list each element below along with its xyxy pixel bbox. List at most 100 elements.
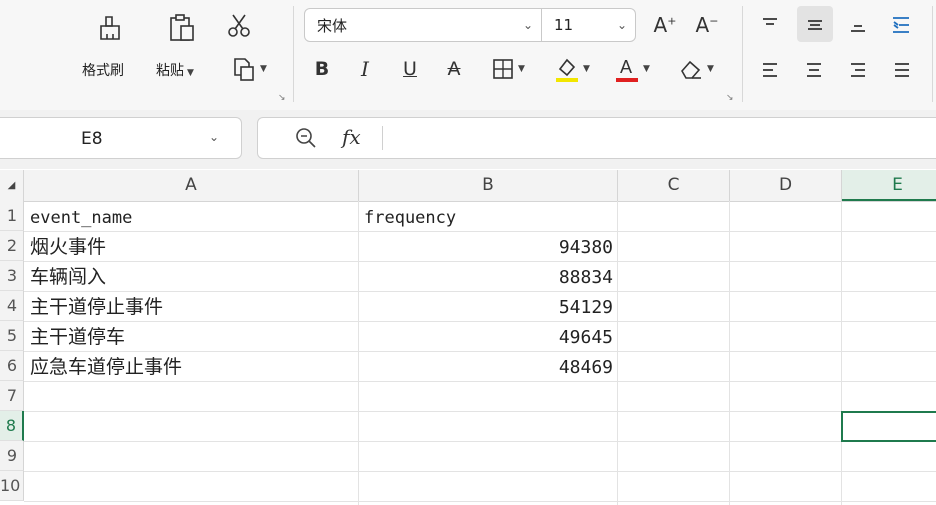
strikethrough-button[interactable]: A (440, 54, 468, 84)
formula-input[interactable]: fx (257, 117, 936, 159)
row-col-corner[interactable]: ◢ (0, 170, 24, 201)
chevron-down-icon: ▼ (643, 64, 650, 74)
cell-a2[interactable]: 烟火事件 (30, 232, 355, 262)
highlight-icon (556, 58, 579, 82)
cell-b6[interactable]: 48469 (364, 353, 613, 383)
cell-b5[interactable]: 49645 (364, 323, 613, 353)
row-header-1[interactable]: 1 (0, 201, 24, 231)
cell-b4[interactable]: 54129 (364, 293, 613, 323)
cell-b3[interactable]: 88834 (364, 263, 613, 293)
eraser-icon (681, 60, 702, 79)
indent-button[interactable] (887, 10, 915, 40)
row-header-3[interactable]: 3 (0, 261, 24, 291)
chevron-down-icon: ▼ (707, 64, 714, 74)
chevron-down-icon: ▼ (260, 64, 267, 74)
format-painter-button[interactable] (92, 10, 128, 46)
grid-line (24, 501, 936, 502)
copy-button[interactable]: ▼ (226, 54, 272, 84)
column-header-e[interactable]: E (842, 170, 936, 201)
font-color-button[interactable]: A ▼ (608, 52, 656, 86)
align-middle-button[interactable] (797, 6, 833, 42)
decrease-font-button[interactable]: A− (692, 10, 722, 40)
border-icon (493, 59, 513, 79)
chevron-down-icon: ▼ (583, 64, 590, 74)
dialog-launcher-icon[interactable]: ↘ (726, 93, 734, 103)
bold-button[interactable]: B (308, 54, 336, 84)
row-header-10[interactable]: 10 (0, 471, 24, 501)
border-button[interactable]: ▼ (484, 54, 532, 84)
align-top-icon (763, 18, 777, 25)
format-painter-label: 格式刷 (82, 63, 124, 79)
highlight-button[interactable]: ▼ (548, 52, 596, 86)
align-middle-icon (808, 20, 822, 30)
column-header-c[interactable]: C (618, 170, 730, 201)
row-header-2[interactable]: 2 (0, 231, 24, 261)
strikethrough-icon: A (447, 58, 461, 80)
cell-a6[interactable]: 应急车道停止事件 (30, 352, 355, 382)
name-box[interactable]: E8 ⌄ (0, 117, 242, 159)
row-header-8[interactable]: 8 (0, 411, 24, 441)
cell-a1[interactable]: event_name (30, 203, 355, 233)
chevron-down-icon: ▼ (187, 68, 194, 78)
cut-icon (228, 14, 250, 37)
increase-font-button[interactable]: A+ (650, 10, 680, 40)
grid-line (24, 441, 936, 442)
row-header-9[interactable]: 9 (0, 441, 24, 471)
cell-b1[interactable]: frequency (364, 203, 614, 233)
grid-line (617, 201, 618, 505)
align-center-button[interactable] (800, 55, 828, 85)
italic-icon: I (361, 57, 369, 81)
paste-label[interactable]: 粘贴 ▼ (156, 60, 194, 80)
indent-icon (893, 17, 909, 33)
underline-icon: U (403, 58, 417, 80)
chevron-down-icon: ⌄ (209, 130, 220, 144)
row-header-7[interactable]: 7 (0, 381, 24, 411)
zoom-icon[interactable] (294, 126, 318, 154)
italic-button[interactable]: I (351, 54, 379, 84)
group-divider (932, 6, 933, 102)
chevron-down-icon: ▼ (518, 64, 525, 74)
cell-b2[interactable]: 94380 (364, 233, 613, 263)
clear-format-button[interactable]: ▼ (672, 54, 720, 84)
increase-font-icon: A+ (653, 13, 677, 37)
font-color-icon: A (616, 57, 639, 82)
column-header-b[interactable]: B (359, 170, 618, 201)
cell-a4[interactable]: 主干道停止事件 (30, 292, 355, 322)
ribbon-toolbar: 格式刷 粘贴 ▼ ▼ ↘ 宋体 ⌄ 11 ⌄ A+ A− B I U A ▼ ▼… (0, 0, 936, 111)
group-divider (742, 6, 743, 102)
align-right-button[interactable] (844, 55, 872, 85)
dialog-launcher-icon[interactable]: ↘ (278, 93, 286, 103)
align-left-button[interactable] (756, 55, 784, 85)
selected-cell-e8[interactable] (841, 411, 936, 442)
row-header-4[interactable]: 4 (0, 291, 24, 321)
row-header-5[interactable]: 5 (0, 321, 24, 351)
font-name-select[interactable]: 宋体 ⌄ (304, 8, 542, 42)
justify-button[interactable] (888, 55, 916, 85)
bold-icon: B (314, 58, 330, 80)
cell-a5[interactable]: 主干道停车 (30, 322, 355, 352)
column-header-d[interactable]: D (730, 170, 842, 201)
align-top-button[interactable] (756, 10, 784, 40)
fx-icon[interactable]: fx (342, 125, 361, 149)
svg-text:A: A (620, 57, 632, 77)
cut-button[interactable] (223, 10, 255, 42)
align-left-icon (763, 63, 777, 77)
underline-button[interactable]: U (396, 54, 424, 84)
align-center-icon (807, 63, 821, 77)
justify-icon (895, 63, 909, 77)
align-bottom-button[interactable] (844, 10, 872, 40)
grid-line (841, 201, 842, 505)
align-right-icon (851, 63, 865, 77)
paste-label-text: 粘贴 (156, 63, 184, 79)
grid-line (24, 411, 936, 412)
name-box-value: E8 (81, 129, 103, 149)
font-name-value: 宋体 (317, 16, 348, 35)
font-size-select[interactable]: 11 ⌄ (541, 8, 636, 42)
column-header-a[interactable]: A (24, 170, 359, 201)
column-headers: ◢ A B C D E (0, 170, 936, 202)
paste-button[interactable] (163, 10, 201, 46)
grid-line (24, 471, 936, 472)
cell-a3[interactable]: 车辆闯入 (30, 262, 355, 292)
font-size-value: 11 (554, 16, 574, 34)
row-header-6[interactable]: 6 (0, 351, 24, 381)
